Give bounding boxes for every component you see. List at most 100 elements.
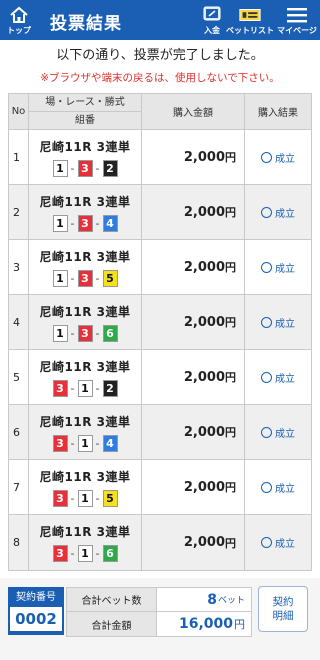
boat-number-1: 3	[52, 379, 68, 397]
result-status: 成立	[275, 153, 295, 165]
race-name: 尼崎11R 3連単	[39, 469, 131, 484]
app-header: トップ 投票結果 入金 ベットリスト マイページ	[0, 0, 320, 40]
combo-separator: -	[70, 326, 75, 340]
contract-number-box: 契約番号 0002	[8, 587, 64, 635]
amount-cell: 2,000 円	[142, 460, 245, 514]
amount-value: 2,000	[183, 259, 225, 275]
result-status: 成立	[275, 539, 295, 550]
back-warning-message: ※ブラウザや端末の戻るは、使用しないで下さい。	[40, 72, 280, 84]
result-status: 成立	[275, 373, 295, 385]
boat-number-2: 3	[77, 324, 93, 342]
combo-separator: -	[95, 436, 100, 450]
row-number: 5	[9, 350, 29, 404]
combination: 3-1-2	[52, 379, 118, 397]
circle-icon	[261, 261, 272, 273]
result-status: 成立	[275, 428, 295, 440]
amount-unit: 円	[225, 536, 236, 550]
circle-icon	[261, 537, 272, 548]
result-cell: 成立	[245, 130, 311, 184]
race-name: 尼崎11R 3連単	[39, 359, 131, 374]
circle-icon	[261, 371, 272, 383]
race-cell: 尼崎11R 3連単 3-1-5	[29, 460, 142, 514]
table-header: No 場・レース・勝式 組番 購入金額 購入結果	[9, 94, 311, 130]
result-status: 成立	[275, 208, 295, 220]
combo-separator: -	[70, 271, 75, 285]
completion-message: 以下の通り、投票が完了しました。	[56, 48, 264, 63]
boat-number-1: 3	[52, 545, 68, 562]
boat-number-1: 1	[52, 269, 68, 287]
combination: 3-1-6	[52, 545, 118, 562]
combo-separator: -	[70, 547, 75, 560]
combination: 1-3-4	[52, 214, 118, 232]
menu-icon	[285, 4, 309, 26]
amount-cell: 2,000 円	[142, 350, 245, 404]
result-status: 成立	[275, 483, 295, 495]
total-bets-value: 8	[207, 591, 217, 608]
amount-value: 2,000	[183, 369, 225, 385]
race-cell: 尼崎11R 3連単 1-3-2	[29, 130, 142, 184]
amount-unit: 円	[225, 151, 236, 164]
amount-cell: 2,000 円	[142, 240, 245, 294]
header-result: 購入結果	[258, 108, 298, 119]
race-name: 尼崎11R 3連単	[39, 249, 131, 264]
boat-number-2: 1	[77, 379, 93, 397]
amount-cell: 2,000 円	[142, 405, 245, 459]
boat-number-3: 6	[102, 324, 118, 342]
amount-value: 2,000	[183, 204, 225, 220]
boat-number-3: 5	[102, 489, 118, 507]
total-amount-row: 合計金額 16,000 円	[67, 612, 251, 636]
nav-mypage-label: マイページ	[277, 26, 317, 35]
circle-icon	[261, 426, 272, 438]
row-number: 3	[9, 240, 29, 294]
nav-top-button[interactable]: トップ	[4, 4, 34, 38]
amount-cell: 2,000 円	[142, 515, 245, 570]
contract-detail-line1: 契約	[272, 596, 294, 608]
combination: 1-3-5	[52, 269, 118, 287]
boat-number-1: 3	[52, 434, 68, 452]
nav-betlist-button[interactable]: ベットリスト	[226, 4, 274, 38]
table-row: 2 尼崎11R 3連単 1-3-4 2,000 円成立	[9, 185, 311, 240]
combo-separator: -	[95, 326, 100, 340]
boat-number-2: 3	[77, 214, 93, 232]
page-title: 投票結果	[50, 14, 122, 34]
nav-top-label: トップ	[7, 26, 31, 35]
row-number: 1	[9, 130, 29, 184]
boat-number-3: 4	[102, 434, 118, 452]
summary-footer: 契約番号 0002 合計ベット数 8 ベット 合計金額 16,000 円 契約 …	[0, 578, 320, 660]
combination: 1-3-6	[52, 324, 118, 342]
total-bets-value-cell: 8 ベット	[157, 588, 251, 611]
combo-separator: -	[95, 491, 100, 505]
totals-summary: 合計ベット数 8 ベット 合計金額 16,000 円	[66, 587, 252, 637]
amount-cell: 2,000 円	[142, 185, 245, 239]
combo-separator: -	[70, 436, 75, 450]
contract-detail-button[interactable]: 契約 明細	[258, 586, 308, 632]
total-bets-label: 合計ベット数	[67, 588, 157, 611]
amount-value: 2,000	[183, 314, 225, 330]
contract-number-label: 契約番号	[16, 592, 56, 603]
boat-number-3: 6	[102, 545, 118, 562]
header-race: 場・レース・勝式 組番	[29, 94, 142, 129]
race-name: 尼崎11R 3連単	[39, 414, 131, 429]
result-cell: 成立	[245, 460, 311, 514]
race-name: 尼崎11R 3連単	[39, 525, 131, 539]
combo-separator: -	[70, 161, 75, 175]
total-amount-unit: 円	[234, 618, 245, 631]
boat-number-2: 3	[77, 159, 93, 177]
boat-number-2: 1	[77, 489, 93, 507]
total-amount-label: 合計金額	[67, 612, 157, 636]
nav-mypage-button[interactable]: マイページ	[276, 4, 318, 38]
amount-cell: 2,000 円	[142, 130, 245, 184]
home-icon	[7, 4, 31, 26]
result-status: 成立	[275, 263, 295, 275]
combo-separator: -	[95, 547, 100, 560]
nav-deposit-button[interactable]: 入金	[198, 4, 226, 38]
result-status: 成立	[275, 318, 295, 330]
combo-separator: -	[70, 381, 75, 395]
row-number: 6	[9, 405, 29, 459]
combo-separator: -	[95, 161, 100, 175]
table-row: 8 尼崎11R 3連単 3-1-6 2,000 円成立	[9, 515, 311, 570]
amount-value: 2,000	[183, 535, 225, 550]
table-row: 7 尼崎11R 3連単 3-1-5 2,000 円成立	[9, 460, 311, 515]
circle-icon	[261, 316, 272, 328]
boat-number-1: 1	[52, 324, 68, 342]
